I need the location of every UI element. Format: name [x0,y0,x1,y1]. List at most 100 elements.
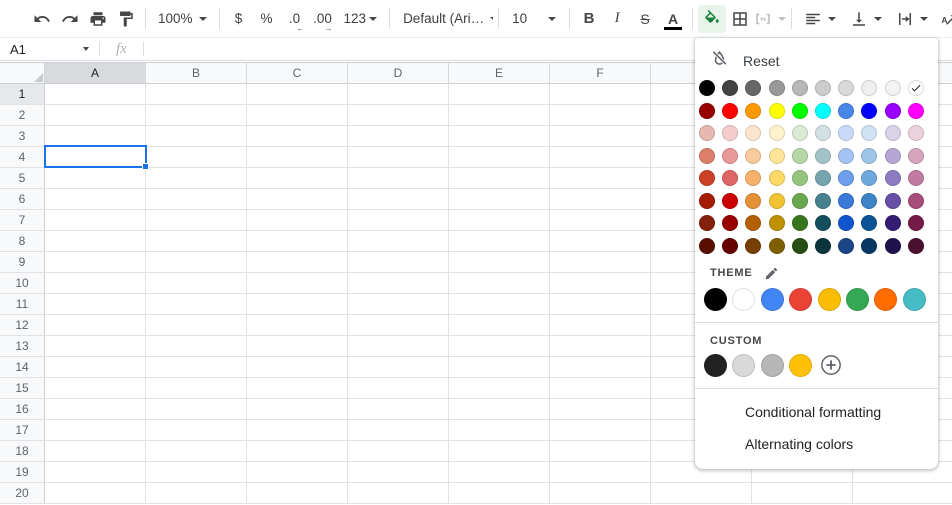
cell-A2[interactable] [45,105,146,126]
cell-B8[interactable] [146,231,247,252]
format-percent-button[interactable]: % [253,5,281,33]
color-swatch[interactable] [815,125,831,141]
cell-C9[interactable] [247,252,348,273]
color-swatch[interactable] [769,215,785,231]
row-header-3[interactable]: 3 [0,126,45,147]
cell-D20[interactable] [348,483,449,504]
color-swatch[interactable] [861,125,877,141]
cell-E12[interactable] [449,315,550,336]
color-swatch[interactable] [699,238,715,254]
color-swatch[interactable] [815,80,831,96]
theme-color-swatch[interactable] [732,288,755,311]
cell-F17[interactable] [550,420,651,441]
color-swatch[interactable] [885,103,901,119]
cell-E15[interactable] [449,378,550,399]
edit-theme-button[interactable] [764,266,779,281]
cell-A13[interactable] [45,336,146,357]
cell-E18[interactable] [449,441,550,462]
row-header-10[interactable]: 10 [0,273,45,294]
color-swatch[interactable] [792,170,808,186]
column-header-A[interactable]: A [45,62,146,84]
color-swatch[interactable] [908,103,924,119]
cell-B9[interactable] [146,252,247,273]
cell-F12[interactable] [550,315,651,336]
cell-A9[interactable] [45,252,146,273]
color-swatch[interactable] [815,215,831,231]
cell-D5[interactable] [348,168,449,189]
color-swatch[interactable] [861,215,877,231]
cell-A11[interactable] [45,294,146,315]
cell-B20[interactable] [146,483,247,504]
cell-C12[interactable] [247,315,348,336]
cell-A5[interactable] [45,168,146,189]
row-header-11[interactable]: 11 [0,294,45,315]
cell-C16[interactable] [247,399,348,420]
cell-F5[interactable] [550,168,651,189]
redo-button[interactable] [56,5,84,33]
color-swatch[interactable] [722,125,738,141]
color-swatch[interactable] [838,238,854,254]
cell-D14[interactable] [348,357,449,378]
conditional-formatting-item[interactable]: Conditional formatting [695,396,938,428]
row-header-8[interactable]: 8 [0,231,45,252]
color-swatch[interactable] [769,170,785,186]
color-swatch[interactable] [861,80,877,96]
column-header-D[interactable]: D [348,62,449,84]
font-size-select[interactable]: 10 [504,5,564,33]
cell-A14[interactable] [45,357,146,378]
select-all-corner[interactable] [0,62,45,84]
cell-F1[interactable] [550,84,651,105]
borders-button[interactable] [726,5,754,33]
cell-E4[interactable] [449,147,550,168]
cell-E3[interactable] [449,126,550,147]
row-header-19[interactable]: 19 [0,462,45,483]
add-custom-color-button[interactable] [820,354,842,376]
cell-D7[interactable] [348,210,449,231]
cell-F15[interactable] [550,378,651,399]
row-header-5[interactable]: 5 [0,168,45,189]
color-swatch[interactable] [885,125,901,141]
cell-F14[interactable] [550,357,651,378]
cell-E17[interactable] [449,420,550,441]
row-header-20[interactable]: 20 [0,483,45,504]
color-swatch[interactable] [792,125,808,141]
cell-E1[interactable] [449,84,550,105]
theme-color-swatch[interactable] [818,288,841,311]
name-box[interactable]: A1 [0,38,95,60]
color-swatch[interactable] [792,148,808,164]
column-header-C[interactable]: C [247,62,348,84]
color-swatch[interactable] [815,193,831,209]
cell-B10[interactable] [146,273,247,294]
cell-B14[interactable] [146,357,247,378]
fill-color-button[interactable] [698,5,726,33]
color-swatch[interactable] [908,170,924,186]
color-swatch[interactable] [745,193,761,209]
cell-D18[interactable] [348,441,449,462]
color-swatch[interactable] [908,125,924,141]
cell-B1[interactable] [146,84,247,105]
paint-format-button[interactable] [112,5,140,33]
color-swatch[interactable] [699,125,715,141]
cell-B11[interactable] [146,294,247,315]
color-swatch[interactable] [885,215,901,231]
color-swatch[interactable] [722,170,738,186]
cell-B6[interactable] [146,189,247,210]
color-swatch[interactable] [769,193,785,209]
cell-D16[interactable] [348,399,449,420]
cell-C13[interactable] [247,336,348,357]
cell-C3[interactable] [247,126,348,147]
color-swatch[interactable] [699,80,715,96]
text-rotation-button[interactable]: A [935,5,952,33]
custom-color-swatch[interactable] [704,354,727,377]
row-header-14[interactable]: 14 [0,357,45,378]
color-swatch[interactable] [722,215,738,231]
theme-color-swatch[interactable] [761,288,784,311]
cell-E13[interactable] [449,336,550,357]
font-select[interactable]: Default (Ari… [395,5,493,33]
color-swatch[interactable] [699,193,715,209]
cell-A6[interactable] [45,189,146,210]
cell-A12[interactable] [45,315,146,336]
color-swatch[interactable] [699,148,715,164]
cell-F8[interactable] [550,231,651,252]
cell-B12[interactable] [146,315,247,336]
